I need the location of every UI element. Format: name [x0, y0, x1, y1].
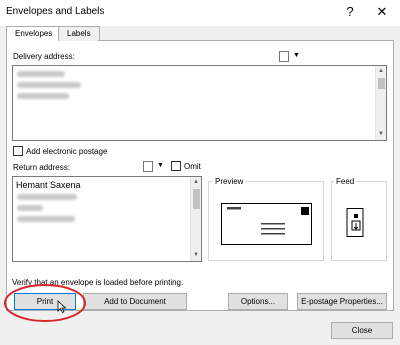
window-title: Envelopes and Labels [6, 6, 105, 17]
mouse-pointer-icon [57, 300, 67, 314]
chevron-down-icon[interactable]: ▼ [293, 52, 300, 59]
feed-mark [354, 214, 358, 218]
close-button[interactable]: Close [331, 322, 393, 339]
preview-label: Preview [213, 177, 246, 186]
close-window-button[interactable]: ✕ [372, 3, 392, 21]
epostage-properties-button[interactable]: E-postage Properties... [297, 293, 387, 310]
stamp-icon [301, 207, 309, 215]
chevron-down-icon[interactable]: ▼ [157, 162, 164, 169]
address-book-icon[interactable] [279, 51, 289, 62]
electronic-postage-label: Add electronic postage [26, 147, 108, 156]
return-address-field[interactable]: Hemant Saxena ▲ ▼ [12, 176, 202, 262]
add-to-document-button[interactable]: Add to Document [83, 293, 187, 310]
blurred-text [17, 194, 77, 200]
omit-label: Omit [184, 162, 201, 171]
scroll-down-icon[interactable]: ▼ [376, 129, 386, 139]
return-scrollbar[interactable]: ▲ ▼ [190, 177, 201, 261]
cursor-shape [57, 300, 67, 314]
scroll-down-icon[interactable]: ▼ [191, 250, 201, 260]
address-book-icon[interactable] [143, 161, 153, 172]
return-name-text: Hemant Saxena [16, 180, 81, 190]
options-button[interactable]: Options... [228, 293, 288, 310]
tab-labels[interactable]: Labels [58, 26, 100, 41]
return-address-label: Return address: [13, 163, 70, 172]
tab-envelopes[interactable]: Envelopes [6, 26, 62, 42]
address-line [261, 223, 285, 225]
electronic-postage-checkbox[interactable] [13, 146, 23, 156]
scroll-thumb[interactable] [193, 189, 200, 209]
blurred-text [17, 205, 43, 211]
scroll-up-icon[interactable]: ▲ [376, 66, 386, 76]
blurred-text [17, 82, 81, 88]
delivery-address-field[interactable]: ▲ ▼ [12, 65, 387, 141]
delivery-scrollbar[interactable]: ▲ ▼ [375, 66, 386, 140]
feed-label: Feed [334, 177, 357, 186]
blurred-text [17, 93, 69, 99]
address-line [261, 233, 285, 235]
return-lines-icon [227, 207, 241, 210]
highlight-ring [4, 284, 86, 322]
address-line [261, 228, 285, 230]
envelope-preview[interactable] [221, 203, 313, 247]
blurred-text [17, 216, 75, 222]
help-button[interactable]: ? [340, 3, 360, 21]
scroll-thumb[interactable] [378, 78, 385, 89]
omit-checkbox[interactable] [171, 161, 181, 171]
feed-icon[interactable] [345, 208, 369, 238]
feed-tray [346, 208, 364, 237]
delivery-address-label: Delivery address: [13, 52, 75, 61]
blurred-text [17, 71, 65, 77]
scroll-up-icon[interactable]: ▲ [191, 177, 201, 187]
highlight-ellipse [4, 284, 86, 322]
